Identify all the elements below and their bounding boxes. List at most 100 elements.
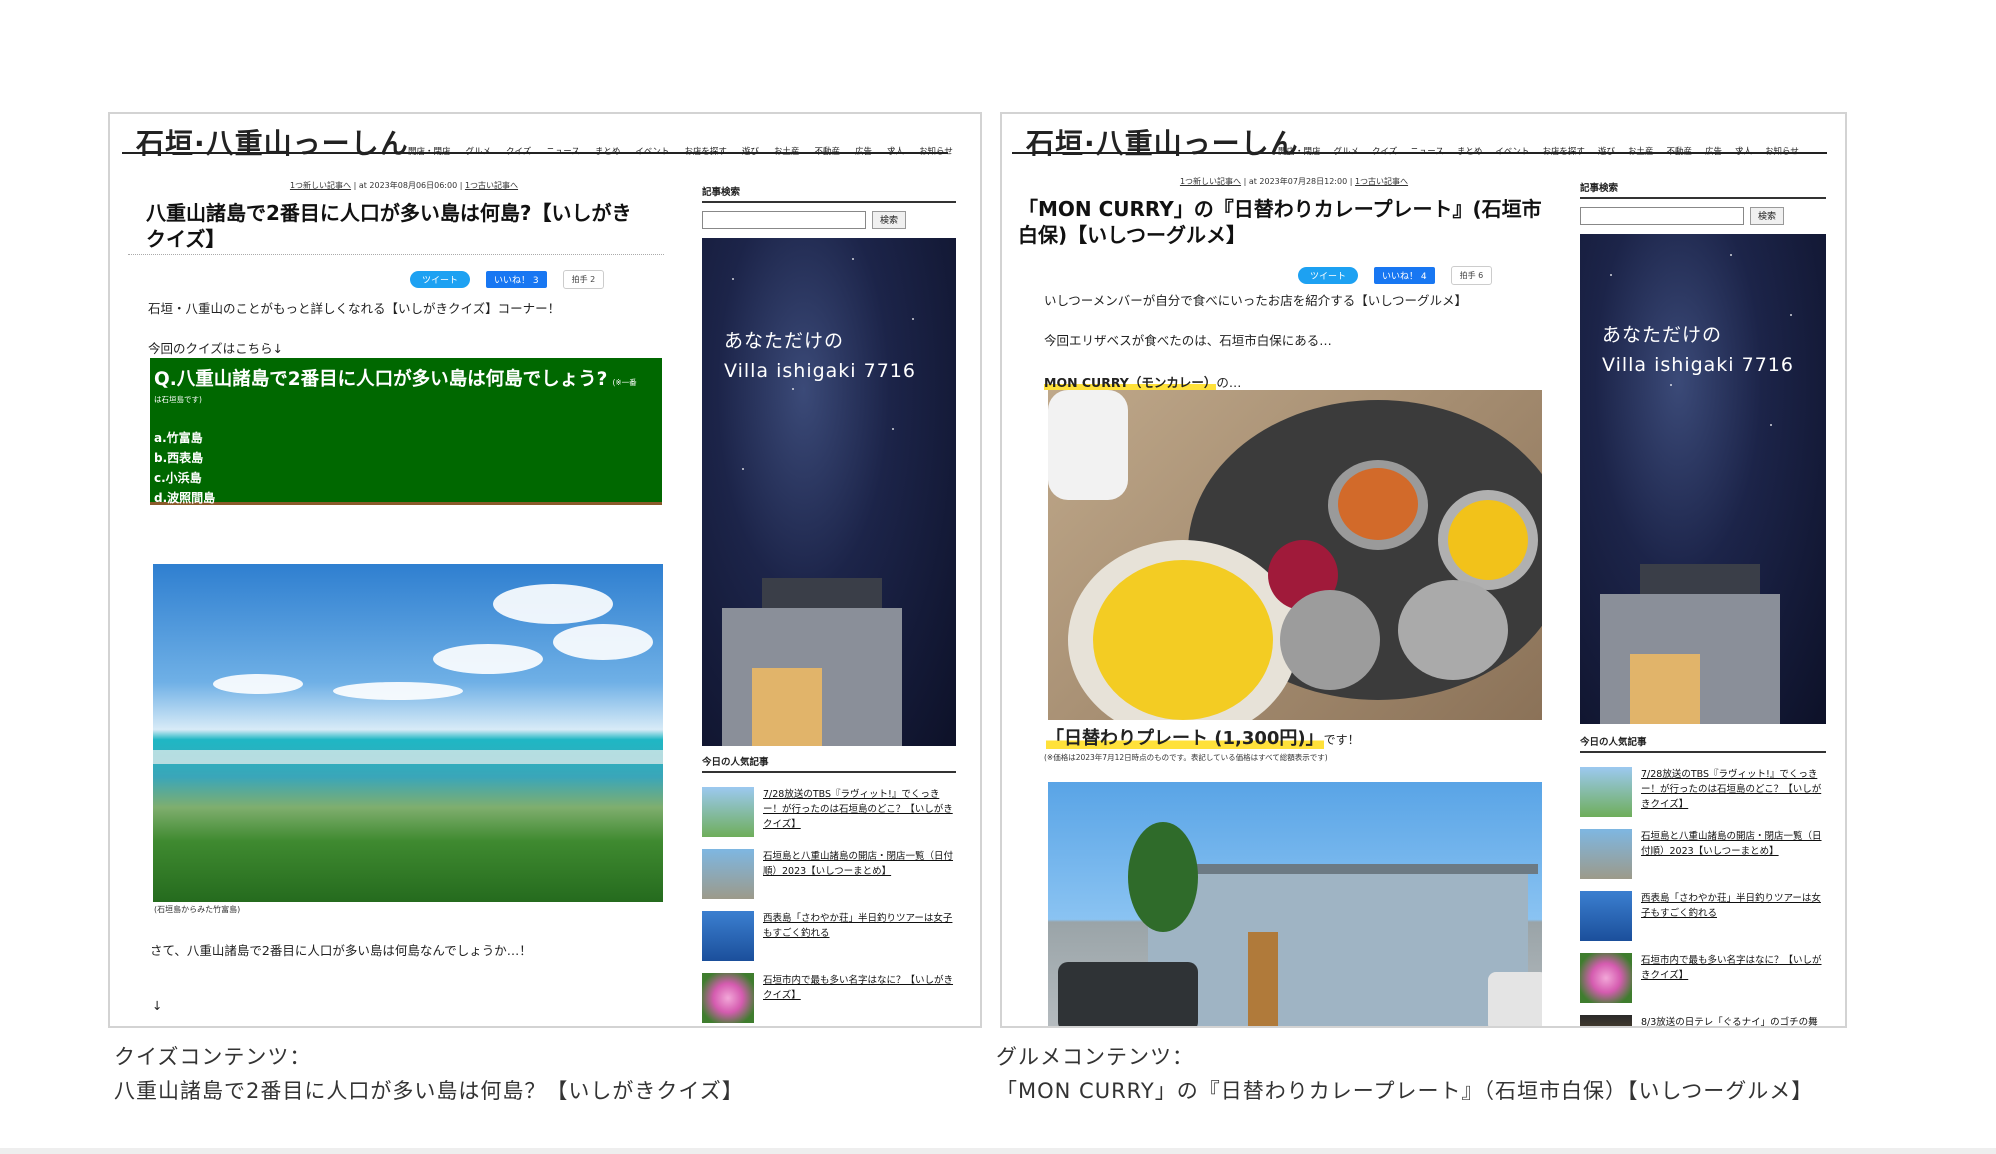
popular-item[interactable]: 石垣島と八重山諸島の開店・閉店一覧（日付順）2023【いしつーまとめ】 — [702, 849, 956, 899]
popular-item[interactable]: 石垣市内で最も多い名字はなに？【いしがきクイズ】 — [1580, 953, 1826, 1003]
search-button[interactable]: 検索 — [1750, 207, 1785, 225]
nav-item[interactable]: イベント — [635, 145, 669, 157]
popular-thumb — [702, 787, 754, 837]
nav-item[interactable]: グルメ — [466, 145, 492, 157]
tweet-button[interactable]: ツイート — [1298, 267, 1359, 284]
bottom-band — [0, 1148, 1996, 1154]
nav-item[interactable]: イベント — [1495, 145, 1529, 157]
island-photo — [153, 564, 663, 902]
popular-item[interactable]: 石垣島と八重山諸島の開店・閉店一覧（日付順）2023【いしつーまとめ】 — [1580, 829, 1826, 879]
popular-item[interactable]: 西表島「さわやか荘」半日釣りツアーは女子もすごく釣れる — [702, 911, 956, 961]
nav-item[interactable]: ニュース — [546, 145, 580, 157]
shop-exterior-photo — [1048, 782, 1542, 1026]
nav-item[interactable]: 遊び — [742, 145, 759, 157]
search-input[interactable] — [1580, 207, 1744, 225]
article-title: 「MON CURRY」の『日替わりカレープレート』(石垣市白保)【いしつーグルメ… — [1018, 197, 1542, 247]
quiz-chalkboard: Q.八重山諸島で2番目に人口が多い島は何島でしょう? (※一番 は石垣島です) … — [150, 358, 662, 505]
search-button[interactable]: 検索 — [872, 211, 907, 229]
pager-older-link[interactable]: 1つ古い記事へ — [1355, 177, 1408, 186]
nav-item[interactable]: お店を探す — [684, 145, 727, 157]
sidebar: 記事検索 検索 — [1580, 180, 1826, 225]
nav-item[interactable]: まとめ — [595, 145, 621, 157]
site-logo[interactable]: 石垣·八重山っーしん — [1026, 122, 1299, 162]
article-pager: 1つ新しい記事へ | at 2023年07月28日12:00 | 1つ古い記事へ — [1179, 177, 1409, 186]
clap-button[interactable]: 拍手 6 — [1450, 266, 1493, 285]
like-button[interactable]: いいね！ 3 — [486, 271, 547, 288]
nav-item[interactable]: 開店・閉店 — [1278, 145, 1321, 157]
nav-item[interactable]: お店を探す — [1542, 145, 1585, 157]
curry-plate-photo — [1048, 390, 1542, 720]
popular-item[interactable]: 西表島「さわやか荘」半日釣りツアーは女子もすごく釣れる — [1580, 891, 1826, 941]
villa-ad-banner[interactable]: あなただけの Villa ishigaki 7716 — [1580, 234, 1826, 724]
screenshot-gourmet-article: 石垣·八重山っーしん 開店・閉店 グルメ クイズ ニュース まとめ イベント お… — [1000, 112, 1847, 1028]
site-header: 石垣·八重山っーしん 開店・閉店 グルメ クイズ ニュース まとめ イベント お… — [122, 122, 953, 160]
villa-ad-banner[interactable]: あなただけの Villa ishigaki 7716 — [702, 238, 956, 746]
popular-thumb — [1580, 829, 1632, 879]
nav-item[interactable]: 広告 — [1705, 145, 1722, 157]
clap-button[interactable]: 拍手 2 — [562, 270, 605, 289]
popular-thumb — [702, 911, 754, 961]
nav-item[interactable]: お土産 — [774, 145, 800, 157]
nav-item[interactable]: クイズ — [506, 145, 531, 157]
nav-item[interactable]: お知らせ — [919, 145, 953, 157]
site-header: 石垣·八重山っーしん 開店・閉店 グルメ クイズ ニュース まとめ イベント お… — [1012, 122, 1827, 160]
popular-thumb — [702, 849, 754, 899]
popular-thumb — [702, 973, 754, 1023]
article-intro: いしつーメンバーが自分で食べにいったお店を紹介する【いしつーグルメ】 — [1044, 293, 1468, 308]
nav-item[interactable]: お知らせ — [1765, 145, 1799, 157]
nav-item[interactable]: 開店・閉店 — [408, 145, 451, 157]
popular-heading: 今日の人気記事 — [1580, 734, 1826, 753]
nav-item[interactable]: 不動産 — [814, 145, 840, 157]
caption-left: クイズコンテンツ： 八重山諸島で2番目に人口が多い島は何島？【いしがきクイズ】 — [114, 1040, 744, 1108]
popular-articles: 今日の人気記事 7/28放送のTBS『ラヴィット!』でくっきー！が行ったのは石垣… — [1580, 734, 1826, 1028]
popular-item-title: 8/3放送の日テレ「ぐるナイ」のゴチの舞台となったお店は石垣島のどこ？ — [1641, 1017, 1818, 1028]
pager-newer-link[interactable]: 1つ新しい記事へ — [290, 181, 351, 190]
popular-item[interactable]: 石垣市内で最も多い名字はなに？【いしがきクイズ】 — [702, 973, 956, 1023]
popular-item-title: 石垣島と八重山諸島の開店・閉店一覧（日付順）2023【いしつーまとめ】 — [763, 851, 954, 877]
quiz-choices: a.竹富島 b.西表島 c.小浜島 d.波照間島 — [154, 428, 215, 508]
price-note: (※価格は2023年7月12日時点のものです。表記している価格はすべて総額表示で… — [1044, 753, 1328, 762]
nav-item[interactable]: 広告 — [855, 145, 872, 157]
article-title: 八重山諸島で2番目に人口が多い島は何島?【いしがきクイズ】 — [146, 201, 632, 251]
pager-older-link[interactable]: 1つ古い記事へ — [465, 181, 518, 190]
search-heading: 記事検索 — [1580, 180, 1826, 199]
nav-item[interactable]: ニュース — [1410, 145, 1444, 157]
article-p2: 今回エリザベスが食べたのは、石垣市白保にある… — [1044, 333, 1332, 348]
nav-item[interactable]: まとめ — [1457, 145, 1483, 157]
quiz-note-b: は石垣島です) — [154, 395, 202, 404]
caption-right-line-1: グルメコンテンツ： — [996, 1045, 1194, 1069]
search-input[interactable] — [702, 211, 866, 229]
photo-caption: (石垣島からみた竹富島) — [154, 905, 241, 914]
quiz-choice: c.小浜島 — [154, 471, 202, 485]
nav-item[interactable]: 求人 — [1735, 145, 1752, 157]
nav-item[interactable]: 不動産 — [1666, 145, 1692, 157]
nav-item[interactable]: 遊び — [1598, 145, 1615, 157]
article-p3-rest: の… — [1216, 375, 1242, 390]
quiz-question-block: Q.八重山諸島で2番目に人口が多い島は何島でしょう? (※一番 — [154, 368, 658, 392]
pager-newer-link[interactable]: 1つ新しい記事へ — [1180, 177, 1241, 186]
popular-thumb — [1580, 767, 1632, 817]
article-p3: MON CURRY（モンカレー）の… — [1044, 372, 1241, 391]
caption-left-line-1: クイズコンテンツ： — [114, 1045, 312, 1069]
search-heading: 記事検索 — [702, 184, 956, 203]
popular-item[interactable]: 8/3放送の日テレ「ぐるナイ」のゴチの舞台となったお店は石垣島のどこ？ — [1580, 1015, 1826, 1028]
nav-item[interactable]: クイズ — [1372, 145, 1397, 157]
site-logo[interactable]: 石垣·八重山っーしん — [136, 122, 409, 162]
tweet-button[interactable]: ツイート — [410, 271, 471, 288]
popular-item[interactable]: 7/28放送のTBS『ラヴィット!』でくっきー！が行ったのは石垣島のどこ？【いし… — [702, 787, 956, 837]
quiz-choice: a.竹富島 — [154, 431, 203, 445]
ad-line-1: あなただけの — [1602, 324, 1723, 346]
nav-item[interactable]: 求人 — [887, 145, 904, 157]
quiz-choice: d.波照間島 — [154, 491, 216, 505]
ad-line-2: Villa ishigaki 7716 — [1602, 354, 1794, 376]
popular-item-title: 石垣市内で最も多い名字はなに？【いしがきクイズ】 — [1641, 955, 1822, 981]
ad-line-2: Villa ishigaki 7716 — [724, 360, 916, 382]
like-button[interactable]: いいね！ 4 — [1374, 267, 1435, 284]
sidebar: 記事検索 検索 — [702, 184, 956, 229]
search-form: 検索 — [702, 211, 956, 229]
nav-item[interactable]: お土産 — [1628, 145, 1654, 157]
social-buttons: ツイート いいね！ 3 拍手 2 — [410, 270, 605, 289]
screenshot-quiz-article: 石垣·八重山っーしん 開店・閉店 グルメ クイズ ニュース まとめ イベント お… — [108, 112, 982, 1028]
popular-item[interactable]: 7/28放送のTBS『ラヴィット!』でくっきー！が行ったのは石垣島のどこ？【いし… — [1580, 767, 1826, 817]
nav-item[interactable]: グルメ — [1334, 145, 1360, 157]
